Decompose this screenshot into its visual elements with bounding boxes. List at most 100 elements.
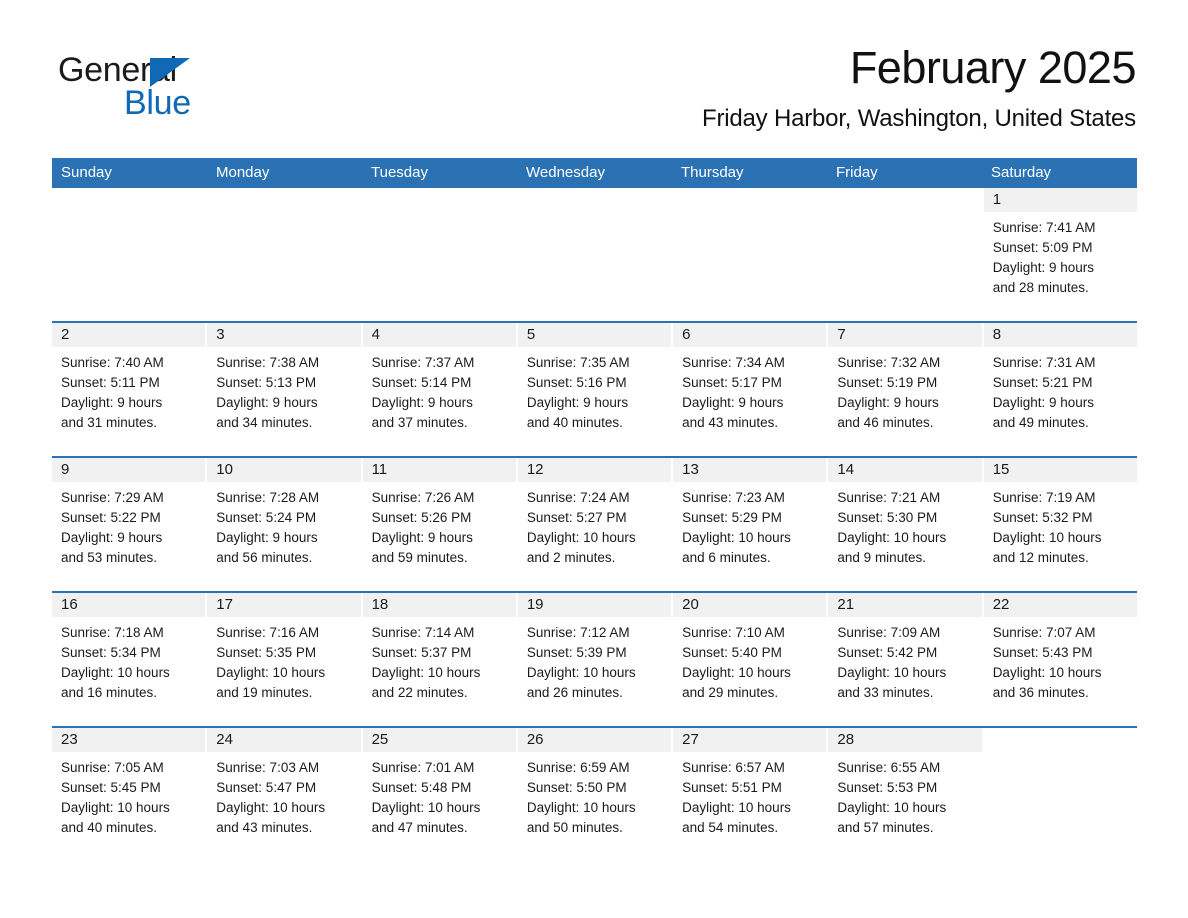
day-sun-info: Sunrise: 7:01 AM Sunset: 5:48 PM Daylight:… bbox=[363, 752, 516, 838]
calendar-day-cell[interactable]: 19 Sunrise: 7:12 AM Sunset: 5:39 PM Dayligh… bbox=[517, 593, 674, 726]
daylight-text-line1: Daylight: 10 hours bbox=[837, 530, 947, 545]
day-number: 21 bbox=[828, 593, 982, 617]
calendar-day-cell[interactable]: 28 Sunrise: 6:55 AM Sunset: 5:53 PM Dayligh… bbox=[828, 728, 984, 861]
day-number: 8 bbox=[983, 323, 1137, 347]
day-sun-info: Sunrise: 7:09 AM Sunset: 5:42 PM Daylight:… bbox=[828, 617, 981, 703]
day-number: 27 bbox=[673, 728, 827, 752]
calendar-day-cell[interactable]: 21 Sunrise: 7:09 AM Sunset: 5:42 PM Dayligh… bbox=[828, 593, 984, 726]
weekday-header-tuesday: Tuesday bbox=[371, 164, 428, 181]
day-sun-info: Sunrise: 7:34 AM Sunset: 5:17 PM Daylight:… bbox=[673, 347, 826, 433]
day-sun-info: Sunrise: 7:18 AM Sunset: 5:34 PM Daylight:… bbox=[52, 617, 205, 703]
calendar-day-cell-empty bbox=[52, 188, 208, 321]
day-number: 4 bbox=[362, 323, 516, 347]
calendar-day-cell[interactable]: 27 Sunrise: 6:57 AM Sunset: 5:51 PM Dayligh… bbox=[673, 728, 829, 861]
day-number bbox=[207, 188, 361, 212]
calendar-day-cell[interactable]: 24 Sunrise: 7:03 AM Sunset: 5:47 PM Dayligh… bbox=[207, 728, 363, 861]
daylight-text-line2: and 49 minutes. bbox=[992, 415, 1089, 430]
calendar-day-cell[interactable]: 11 Sunrise: 7:26 AM Sunset: 5:26 PM Dayligh… bbox=[362, 458, 518, 591]
calendar-day-cell[interactable]: 26 Sunrise: 6:59 AM Sunset: 5:50 PM Dayligh… bbox=[517, 728, 674, 861]
calendar-day-cell[interactable]: 10 Sunrise: 7:28 AM Sunset: 5:24 PM Dayligh… bbox=[207, 458, 363, 591]
calendar-day-cell[interactable]: 22 Sunrise: 7:07 AM Sunset: 5:43 PM Dayligh… bbox=[983, 593, 1137, 726]
calendar-day-cell[interactable]: 9 Sunrise: 7:29 AM Sunset: 5:22 PM Daylight… bbox=[52, 458, 208, 591]
sunrise-text: Sunrise: 6:55 AM bbox=[837, 760, 941, 775]
day-number: 9 bbox=[52, 458, 206, 482]
sunrise-text: Sunrise: 7:26 AM bbox=[371, 490, 475, 505]
calendar-day-cell[interactable]: 25 Sunrise: 7:01 AM Sunset: 5:48 PM Dayligh… bbox=[362, 728, 518, 861]
day-number bbox=[673, 188, 827, 212]
calendar-day-cell[interactable]: 17 Sunrise: 7:16 AM Sunset: 5:35 PM Dayligh… bbox=[207, 593, 363, 726]
daylight-text-line2: and 40 minutes. bbox=[526, 415, 623, 430]
sunrise-text: Sunrise: 7:12 AM bbox=[526, 625, 630, 640]
daylight-text-line2: and 47 minutes. bbox=[371, 820, 468, 835]
calendar-day-cell[interactable]: 8 Sunrise: 7:31 AM Sunset: 5:21 PM Daylight… bbox=[983, 323, 1137, 456]
calendar-day-cell[interactable]: 6 Sunrise: 7:34 AM Sunset: 5:17 PM Daylight… bbox=[673, 323, 829, 456]
sunset-text: Sunset: 5:13 PM bbox=[216, 375, 317, 390]
daylight-text-line1: Daylight: 10 hours bbox=[992, 530, 1102, 545]
sunrise-text: Sunrise: 7:31 AM bbox=[992, 355, 1096, 370]
day-number: 12 bbox=[517, 458, 672, 482]
calendar-day-cell-empty bbox=[983, 728, 1137, 861]
day-sun-info: Sunrise: 7:10 AM Sunset: 5:40 PM Daylight:… bbox=[673, 617, 826, 703]
day-number: 13 bbox=[673, 458, 827, 482]
calendar-page: General Blue February 2025 Friday Harbor… bbox=[0, 0, 1188, 918]
calendar-day-cell[interactable]: 12 Sunrise: 7:24 AM Sunset: 5:27 PM Dayligh… bbox=[517, 458, 674, 591]
sunset-text: Sunset: 5:11 PM bbox=[61, 375, 160, 390]
sunset-text: Sunset: 5:43 PM bbox=[992, 645, 1093, 660]
calendar-day-cell[interactable]: 3 Sunrise: 7:38 AM Sunset: 5:13 PM Daylight… bbox=[207, 323, 363, 456]
sunset-text: Sunset: 5:48 PM bbox=[371, 780, 472, 795]
calendar-day-cell[interactable]: 1 Sunrise: 7:41 AM Sunset: 5:09 PM Daylight… bbox=[983, 188, 1137, 321]
day-sun-info: Sunrise: 7:38 AM Sunset: 5:13 PM Daylight:… bbox=[207, 347, 360, 433]
sunset-text: Sunset: 5:40 PM bbox=[682, 645, 782, 660]
calendar-day-cell[interactable]: 4 Sunrise: 7:37 AM Sunset: 5:14 PM Daylight… bbox=[362, 323, 518, 456]
day-number: 3 bbox=[207, 323, 361, 347]
day-sun-info: Sunrise: 6:59 AM Sunset: 5:50 PM Daylight:… bbox=[518, 752, 671, 838]
day-number: 22 bbox=[983, 593, 1137, 617]
calendar-day-cell[interactable]: 16 Sunrise: 7:18 AM Sunset: 5:34 PM Dayligh… bbox=[52, 593, 208, 726]
calendar-day-cell[interactable]: 15 Sunrise: 7:19 AM Sunset: 5:32 PM Dayligh… bbox=[983, 458, 1137, 591]
calendar-day-cell[interactable]: 7 Sunrise: 7:32 AM Sunset: 5:19 PM Daylight… bbox=[828, 323, 984, 456]
daylight-text-line1: Daylight: 10 hours bbox=[526, 530, 636, 545]
calendar-day-cell[interactable]: 13 Sunrise: 7:23 AM Sunset: 5:29 PM Dayligh… bbox=[673, 458, 829, 591]
day-number: 28 bbox=[828, 728, 982, 752]
calendar-day-cell[interactable]: 5 Sunrise: 7:35 AM Sunset: 5:16 PM Daylight… bbox=[517, 323, 674, 456]
calendar-day-cell[interactable]: 23 Sunrise: 7:05 AM Sunset: 5:45 PM Dayligh… bbox=[52, 728, 208, 861]
calendar-day-cell-empty bbox=[517, 188, 674, 321]
sunset-text: Sunset: 5:16 PM bbox=[526, 375, 627, 390]
sunset-text: Sunset: 5:35 PM bbox=[216, 645, 317, 660]
weekday-header-sunday: Sunday bbox=[61, 164, 112, 181]
calendar-week-row: 23 Sunrise: 7:05 AM Sunset: 5:45 PM Dayligh… bbox=[52, 726, 1137, 861]
daylight-text-line2: and 40 minutes. bbox=[61, 820, 158, 835]
daylight-text-line1: Daylight: 10 hours bbox=[682, 665, 791, 680]
calendar-day-cell[interactable]: 18 Sunrise: 7:14 AM Sunset: 5:37 PM Dayligh… bbox=[362, 593, 518, 726]
sunrise-text: Sunrise: 7:38 AM bbox=[216, 355, 320, 370]
daylight-text-line2: and 59 minutes. bbox=[371, 550, 468, 565]
sunset-text: Sunset: 5:26 PM bbox=[371, 510, 472, 525]
generalblue-logo[interactable]: General Blue bbox=[52, 50, 312, 130]
sunrise-text: Sunrise: 7:09 AM bbox=[837, 625, 941, 640]
daylight-text-line2: and 16 minutes. bbox=[61, 685, 158, 700]
sunrise-text: Sunrise: 7:34 AM bbox=[682, 355, 785, 370]
daylight-text-line2: and 46 minutes. bbox=[837, 415, 934, 430]
sunset-text: Sunset: 5:14 PM bbox=[371, 375, 472, 390]
sunset-text: Sunset: 5:39 PM bbox=[526, 645, 627, 660]
sunset-text: Sunset: 5:32 PM bbox=[992, 510, 1093, 525]
calendar-day-cell[interactable]: 14 Sunrise: 7:21 AM Sunset: 5:30 PM Dayligh… bbox=[828, 458, 984, 591]
day-number: 5 bbox=[517, 323, 672, 347]
day-number bbox=[828, 188, 982, 212]
sunset-text: Sunset: 5:09 PM bbox=[992, 240, 1093, 255]
daylight-text-line2: and 28 minutes. bbox=[992, 280, 1089, 295]
day-number: 2 bbox=[52, 323, 206, 347]
day-number: 10 bbox=[207, 458, 361, 482]
calendar-week-row: 16 Sunrise: 7:18 AM Sunset: 5:34 PM Dayligh… bbox=[52, 591, 1137, 726]
calendar-day-cell-empty bbox=[207, 188, 363, 321]
page-subtitle: Friday Harbor, Washington, United States bbox=[702, 105, 1136, 132]
calendar-day-cell[interactable]: 20 Sunrise: 7:10 AM Sunset: 5:40 PM Dayligh… bbox=[673, 593, 829, 726]
daylight-text-line2: and 43 minutes. bbox=[216, 820, 313, 835]
day-sun-info: Sunrise: 7:32 AM Sunset: 5:19 PM Daylight:… bbox=[828, 347, 981, 433]
daylight-text-line2: and 57 minutes. bbox=[837, 820, 934, 835]
day-sun-info: Sunrise: 6:55 AM Sunset: 5:53 PM Daylight:… bbox=[828, 752, 981, 838]
day-sun-info: Sunrise: 7:21 AM Sunset: 5:30 PM Daylight:… bbox=[828, 482, 981, 568]
calendar-day-cell[interactable]: 2 Sunrise: 7:40 AM Sunset: 5:11 PM Daylight… bbox=[52, 323, 208, 456]
day-sun-info: Sunrise: 7:05 AM Sunset: 5:45 PM Daylight:… bbox=[52, 752, 205, 838]
daylight-text-line1: Daylight: 10 hours bbox=[992, 665, 1102, 680]
